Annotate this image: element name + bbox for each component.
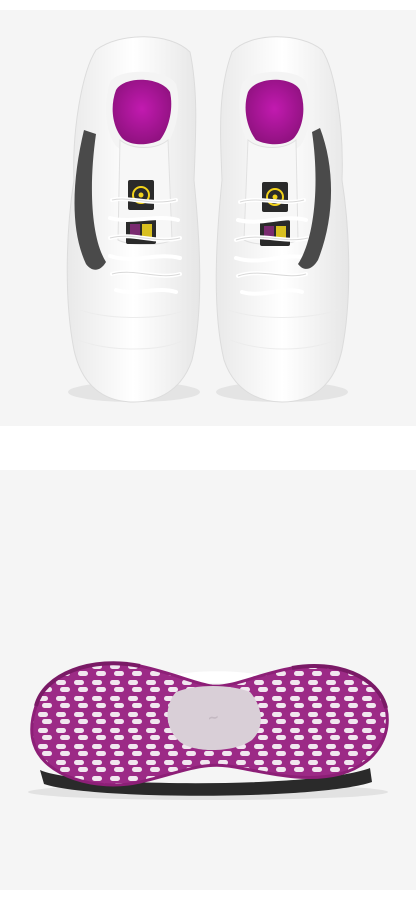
shoes-top-view-illustration — [66, 36, 350, 403]
left-shoe-lining — [112, 79, 172, 145]
outsole-logo-mark: ~ — [207, 709, 221, 726]
right-shoe-lining — [245, 79, 304, 145]
right-shoe — [215, 36, 350, 403]
shoe-outsole-image[interactable]: ~ — [0, 470, 416, 890]
shoes-top-view-image[interactable] — [0, 10, 416, 426]
product-gallery: ~ — [0, 0, 416, 903]
shoe-outsole-illustration: ~ — [28, 661, 389, 800]
left-shoe — [66, 36, 201, 403]
